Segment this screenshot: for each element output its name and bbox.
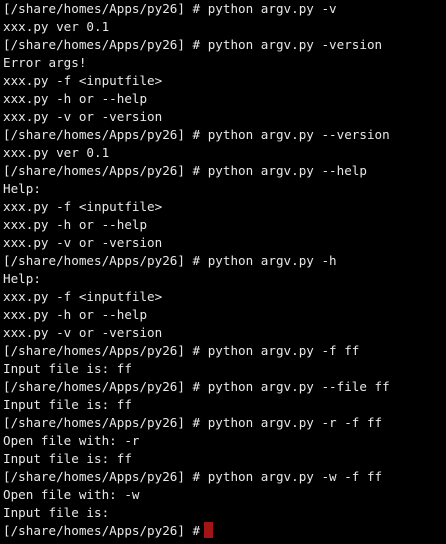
- terminal-line: [/share/homes/Apps/py26] # python argv.p…: [3, 379, 390, 394]
- terminal-line: Open file with: -r: [3, 433, 140, 448]
- terminal-cursor: [204, 522, 214, 538]
- terminal-line: Input file is:: [3, 505, 110, 520]
- terminal-line: xxx.py ver 0.1: [3, 19, 110, 34]
- terminal-line: Help:: [3, 181, 41, 196]
- terminal-line: xxx.py -f <inputfile>: [3, 199, 163, 214]
- terminal-line: xxx.py -f <inputfile>: [3, 73, 163, 88]
- terminal-line: [/share/homes/Apps/py26] # python argv.p…: [3, 253, 337, 268]
- terminal-line: [/share/homes/Apps/py26] # python argv.p…: [3, 163, 367, 178]
- terminal-window[interactable]: [/share/homes/Apps/py26] # python argv.p…: [0, 0, 446, 544]
- terminal-line: xxx.py -h or --help: [3, 307, 148, 322]
- terminal-line: xxx.py ver 0.1: [3, 145, 110, 160]
- terminal-line: Help:: [3, 271, 41, 286]
- terminal-line: Input file is: ff: [3, 361, 132, 376]
- terminal-line: xxx.py -v or -version: [3, 235, 163, 250]
- terminal-line: [/share/homes/Apps/py26] # python argv.p…: [3, 415, 383, 430]
- terminal-prompt: [/share/homes/Apps/py26] #: [3, 523, 201, 538]
- terminal-line: Input file is: ff: [3, 397, 132, 412]
- terminal-line: Input file is: ff: [3, 451, 132, 466]
- terminal-line: xxx.py -h or --help: [3, 91, 148, 106]
- terminal-line: [/share/homes/Apps/py26] # python argv.p…: [3, 127, 390, 142]
- terminal-line: [/share/homes/Apps/py26] # python argv.p…: [3, 343, 360, 358]
- terminal-line: xxx.py -h or --help: [3, 217, 148, 232]
- terminal-line: xxx.py -f <inputfile>: [3, 289, 163, 304]
- terminal-line: Error args!: [3, 55, 87, 70]
- terminal-line: xxx.py -v or -version: [3, 109, 163, 124]
- terminal-prompt-line[interactable]: [/share/homes/Apps/py26] #: [3, 522, 446, 540]
- terminal-line: Open file with: -w: [3, 487, 140, 502]
- terminal-line: [/share/homes/Apps/py26] # python argv.p…: [3, 37, 383, 52]
- terminal-line: [/share/homes/Apps/py26] # python argv.p…: [3, 469, 383, 484]
- terminal-output: [/share/homes/Apps/py26] # python argv.p…: [3, 0, 446, 522]
- terminal-line: [/share/homes/Apps/py26] # python argv.p…: [3, 1, 337, 16]
- terminal-line: xxx.py -v or -version: [3, 325, 163, 340]
